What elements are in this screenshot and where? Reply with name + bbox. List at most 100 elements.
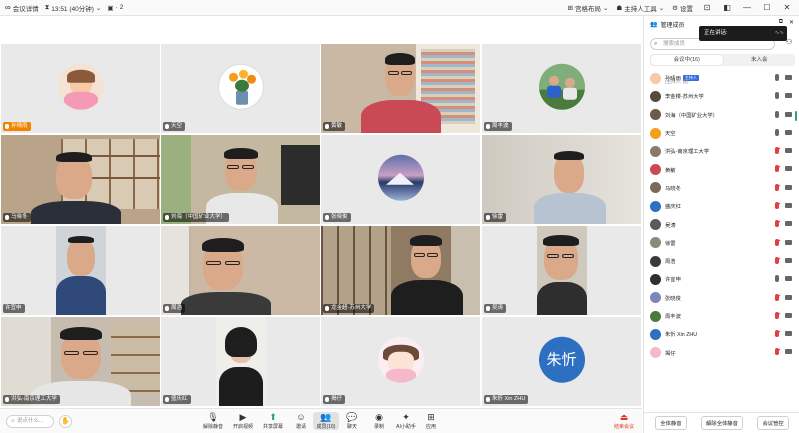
ai-assistant-button[interactable]: ✦ AI小助手 [393,412,419,430]
mic-icon[interactable] [775,110,779,118]
layout-button[interactable]: ⊞ 宫格布局 ⌄ [567,3,608,13]
mute-all-button[interactable]: 全体静音 [655,416,687,430]
mic-off-icon[interactable] [775,165,779,173]
mic-icon[interactable] [775,74,779,81]
popout-icon[interactable]: ⧉ [779,19,783,26]
mic-off-icon[interactable] [775,311,779,319]
video-icon[interactable] [785,312,792,318]
mic-off-icon[interactable] [775,220,779,228]
member-row[interactable]: 周浩 [644,252,799,270]
video-tile[interactable]: 刘海（中国矿业大学） [161,135,320,224]
video-icon[interactable] [785,349,792,355]
video-icon[interactable] [785,93,792,99]
mic-off-icon[interactable] [775,348,779,356]
video-icon[interactable] [785,221,792,227]
minimize-icon[interactable]: — [741,3,753,12]
member-row[interactable]: 黄敏 [644,160,799,178]
host-tools-button[interactable]: ☗ 主持人工具 ⌄ [616,3,664,13]
video-icon[interactable] [785,129,792,135]
tab-not-joined[interactable]: 未入会 [724,54,796,66]
close-icon[interactable]: ✕ [781,3,793,12]
mic-off-icon[interactable] [775,147,779,155]
start-video-button[interactable]: ▶ 开启视频 [230,412,256,430]
video-tile[interactable]: 马晓冬 [1,135,160,224]
meeting-control-button[interactable]: 会议管控 [757,416,789,430]
unmute-button[interactable]: 🎙 解除静音 [200,412,226,430]
video-tile[interactable]: 朱忻 朱忻 Xin ZHU [482,317,641,406]
video-icon[interactable] [785,184,792,190]
mic-off-icon[interactable] [775,183,779,191]
video-icon[interactable] [785,257,792,263]
member-row[interactable]: 刘海（中国矿业大学） [644,106,799,124]
mic-off-icon[interactable] [775,238,779,246]
end-meeting-button[interactable]: ⏏ 结束会议 [611,412,637,430]
video-tile[interactable]: 孙晴雨 [1,44,160,133]
video-tile[interactable]: 张晓俊 [321,135,480,224]
video-icon[interactable] [785,239,792,245]
video-tile[interactable]: 许宜申 [1,226,160,315]
member-row[interactable]: 天空 [644,124,799,142]
timer[interactable]: ⧗ 13:51 (40分钟) ⌄ [45,3,102,13]
member-row[interactable]: 徐雷 [644,234,799,252]
top-bar: ∞ 会议详情 ⧗ 13:51 (40分钟) ⌄ ▣ · 2 ⊞ 宫格布局 ⌄ ☗… [0,0,799,16]
video-tile[interactable]: 揭仔 [321,317,480,406]
member-row[interactable]: 吴涛 [644,215,799,233]
members-button[interactable]: 👥 成员(16) [313,412,339,430]
video-icon[interactable] [785,166,792,172]
apps-button[interactable]: ⊞ 应用 [418,412,444,430]
member-row[interactable]: 许宜申 [644,270,799,288]
video-tile[interactable]: 龙金超-苏州大学 [321,226,480,315]
mic-off-icon[interactable] [775,202,779,210]
video-icon[interactable] [785,203,792,209]
invite-button[interactable]: ☺ 邀请 [288,412,314,430]
tile-name-tag: 孙晴雨 [3,122,31,131]
screen-share-count[interactable]: ▣ · 2 [107,4,123,12]
close-icon[interactable]: ✕ [789,19,794,26]
video-tile[interactable]: ··· 黄敏 [321,44,480,133]
video-tile[interactable]: 天空 [161,44,320,133]
unmute-all-button[interactable]: 解除全体静音 [701,416,743,430]
video-icon[interactable] [785,276,792,282]
video-tile[interactable]: 吴涛 [482,226,641,315]
mic-icon[interactable] [775,92,779,100]
member-row[interactable]: 揭仔 [644,343,799,361]
video-tile[interactable]: 洪弘-南京理工大学 [1,317,160,406]
settings-button[interactable]: ⚙ 设置 [672,3,693,13]
member-row[interactable]: 周丰波 [644,307,799,325]
member-row[interactable]: 李金楼-苏州大学 [644,87,799,105]
video-icon[interactable] [785,331,792,337]
member-row[interactable]: 孙晴雨 主持人 (主持人, 我) [644,69,799,87]
video-icon[interactable] [785,148,792,154]
member-row[interactable]: 张晓俊 [644,289,799,307]
member-row[interactable]: 马晓冬 [644,179,799,197]
member-name: 吴涛 [665,222,676,229]
raise-hand-button[interactable]: ✋ [59,415,72,428]
pin-icon[interactable]: ⊡ [701,3,713,12]
sidebar-toggle-icon[interactable]: ◧ [721,3,733,12]
video-icon[interactable] [785,111,792,117]
mic-off-icon[interactable] [775,330,779,338]
member-list: 孙晴雨 主持人 (主持人, 我) 李金楼-苏州大学 刘海（中国矿业大学） 天空 [644,69,799,362]
record-button[interactable]: ◉ 录制 [366,412,392,430]
member-row[interactable]: 盛庆红 [644,197,799,215]
tab-in-meeting[interactable]: 会议中(16) [651,55,723,65]
scrollbar[interactable] [795,111,797,121]
member-row[interactable]: 朱忻 Xin ZHU [644,325,799,343]
mic-off-icon[interactable] [775,293,779,301]
mic-icon[interactable] [775,275,779,283]
video-tile[interactable]: 周丰波 [482,44,641,133]
maximize-icon[interactable]: ☐ [761,3,773,12]
video-icon[interactable] [785,294,792,300]
mic-off-icon[interactable] [775,256,779,264]
chat-button[interactable]: 💬 聊天 [339,412,365,430]
meeting-info-button[interactable]: ∞ 会议详情 [5,3,39,13]
video-tile[interactable]: 盛庆红 [161,317,320,406]
camera-feed [1,226,160,315]
mic-icon[interactable] [775,128,779,136]
share-screen-button[interactable]: ⬆ 共享屏幕 [260,412,286,430]
video-tile[interactable]: 周浩 [161,226,320,315]
chat-input[interactable]: ☺ 说点什么... [6,415,54,428]
video-icon[interactable] [785,75,792,80]
video-tile[interactable]: 徐雷 [482,135,641,224]
member-row[interactable]: 洪弘-南京理工大学 [644,142,799,160]
